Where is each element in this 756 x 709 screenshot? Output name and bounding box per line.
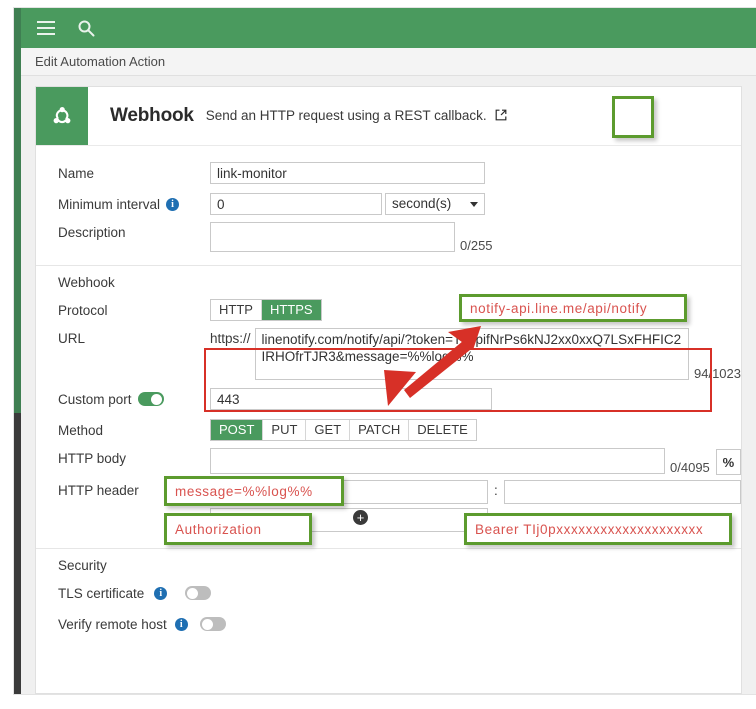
- row-verify-remote-host: Verify remote host i: [36, 611, 741, 637]
- method-segmented-control: POST PUT GET PATCH DELETE: [210, 419, 477, 441]
- http-body-label: HTTP body: [58, 451, 127, 466]
- tls-certificate-toggle[interactable]: [185, 586, 212, 600]
- url-prefix: https://: [210, 331, 251, 346]
- minimum-interval-input[interactable]: 0: [210, 193, 382, 215]
- description-textarea[interactable]: [210, 222, 455, 252]
- protocol-option-https[interactable]: HTTPS: [261, 300, 321, 320]
- protocol-label: Protocol: [58, 302, 108, 318]
- name-input[interactable]: link-monitor: [210, 162, 485, 184]
- annotation-empty-box: [612, 96, 654, 138]
- http-header-separator: :: [494, 483, 498, 498]
- info-icon[interactable]: i: [154, 586, 168, 600]
- external-link-icon[interactable]: [495, 109, 507, 124]
- plus-icon[interactable]: +: [353, 510, 368, 525]
- custom-port-toggle[interactable]: [137, 392, 164, 406]
- row-http-body: HTTP body 0/4095 %: [36, 448, 741, 475]
- method-option-post[interactable]: POST: [211, 420, 264, 440]
- verify-remote-host-toggle[interactable]: [199, 617, 226, 631]
- method-option-delete[interactable]: DELETE: [409, 420, 476, 440]
- minimum-interval-label-text: Minimum interval: [58, 196, 161, 212]
- annotation-header-value: Bearer TIj0pxxxxxxxxxxxxxxxxxxxx: [464, 513, 732, 545]
- info-icon[interactable]: i: [174, 617, 188, 631]
- custom-port-label: Custom port: [58, 392, 210, 407]
- description-counter: 0/255: [460, 238, 493, 253]
- info-icon[interactable]: i: [166, 197, 180, 211]
- method-label: Method: [58, 422, 104, 438]
- http-body-counter: 0/4095: [670, 460, 710, 475]
- http-header-value-input[interactable]: [503, 480, 741, 504]
- search-icon[interactable]: [75, 17, 97, 39]
- annotation-header-name: Authorization: [164, 513, 312, 545]
- page-subtitle-text: Send an HTTP request using a REST callba…: [205, 108, 487, 123]
- application-window: Edit Automation Action Webhook Send an H…: [14, 8, 756, 694]
- tls-certificate-label: TLS certificate i: [58, 585, 212, 601]
- annotation-url-host: notify-api.line.me/api/notify: [459, 294, 687, 322]
- row-minimum-interval: Minimum interval i 0 second(s): [36, 191, 741, 217]
- hamburger-menu-icon[interactable]: [35, 17, 57, 39]
- verify-remote-host-label: Verify remote host i: [58, 617, 226, 632]
- url-label: URL: [58, 331, 86, 346]
- row-description: Description 0/255: [36, 222, 741, 253]
- breadcrumb: Edit Automation Action: [21, 48, 756, 76]
- method-option-get[interactable]: GET: [306, 420, 351, 440]
- page-subtitle: Send an HTTP request using a REST callba…: [206, 108, 508, 124]
- interval-unit-select[interactable]: second(s): [385, 193, 485, 215]
- percent-variable-button[interactable]: %: [715, 449, 741, 475]
- minimum-interval-label: Minimum interval i: [58, 197, 210, 212]
- chevron-down-icon: [470, 201, 478, 207]
- page-title: Webhook: [110, 105, 194, 126]
- annotation-http-body: message=%%log%%: [164, 476, 344, 506]
- protocol-option-http[interactable]: HTTP: [211, 300, 262, 320]
- http-body-textarea[interactable]: [210, 448, 666, 474]
- left-sidebar-strip: [14, 8, 21, 694]
- method-option-put[interactable]: PUT: [263, 420, 307, 440]
- interval-unit-value: second(s): [392, 196, 452, 211]
- section-title-security: Security: [36, 548, 741, 580]
- description-label: Description: [58, 225, 126, 240]
- section-title-webhook: Webhook: [36, 265, 741, 297]
- name-label: Name: [58, 165, 95, 181]
- custom-port-label-text: Custom port: [58, 391, 132, 407]
- top-navigation-bar: [21, 8, 756, 48]
- webhook-icon: [36, 87, 88, 145]
- method-option-patch[interactable]: PATCH: [350, 420, 410, 440]
- row-name: Name link-monitor: [36, 160, 741, 186]
- annotation-url-highlight: [204, 348, 712, 412]
- verify-remote-host-label-text: Verify remote host: [58, 616, 167, 632]
- row-tls-certificate: TLS certificate i: [36, 580, 741, 606]
- protocol-segmented-control: HTTP HTTPS: [210, 299, 322, 321]
- tls-certificate-label-text: TLS certificate: [58, 585, 145, 601]
- row-method: Method POST PUT GET PATCH DELETE: [36, 417, 741, 443]
